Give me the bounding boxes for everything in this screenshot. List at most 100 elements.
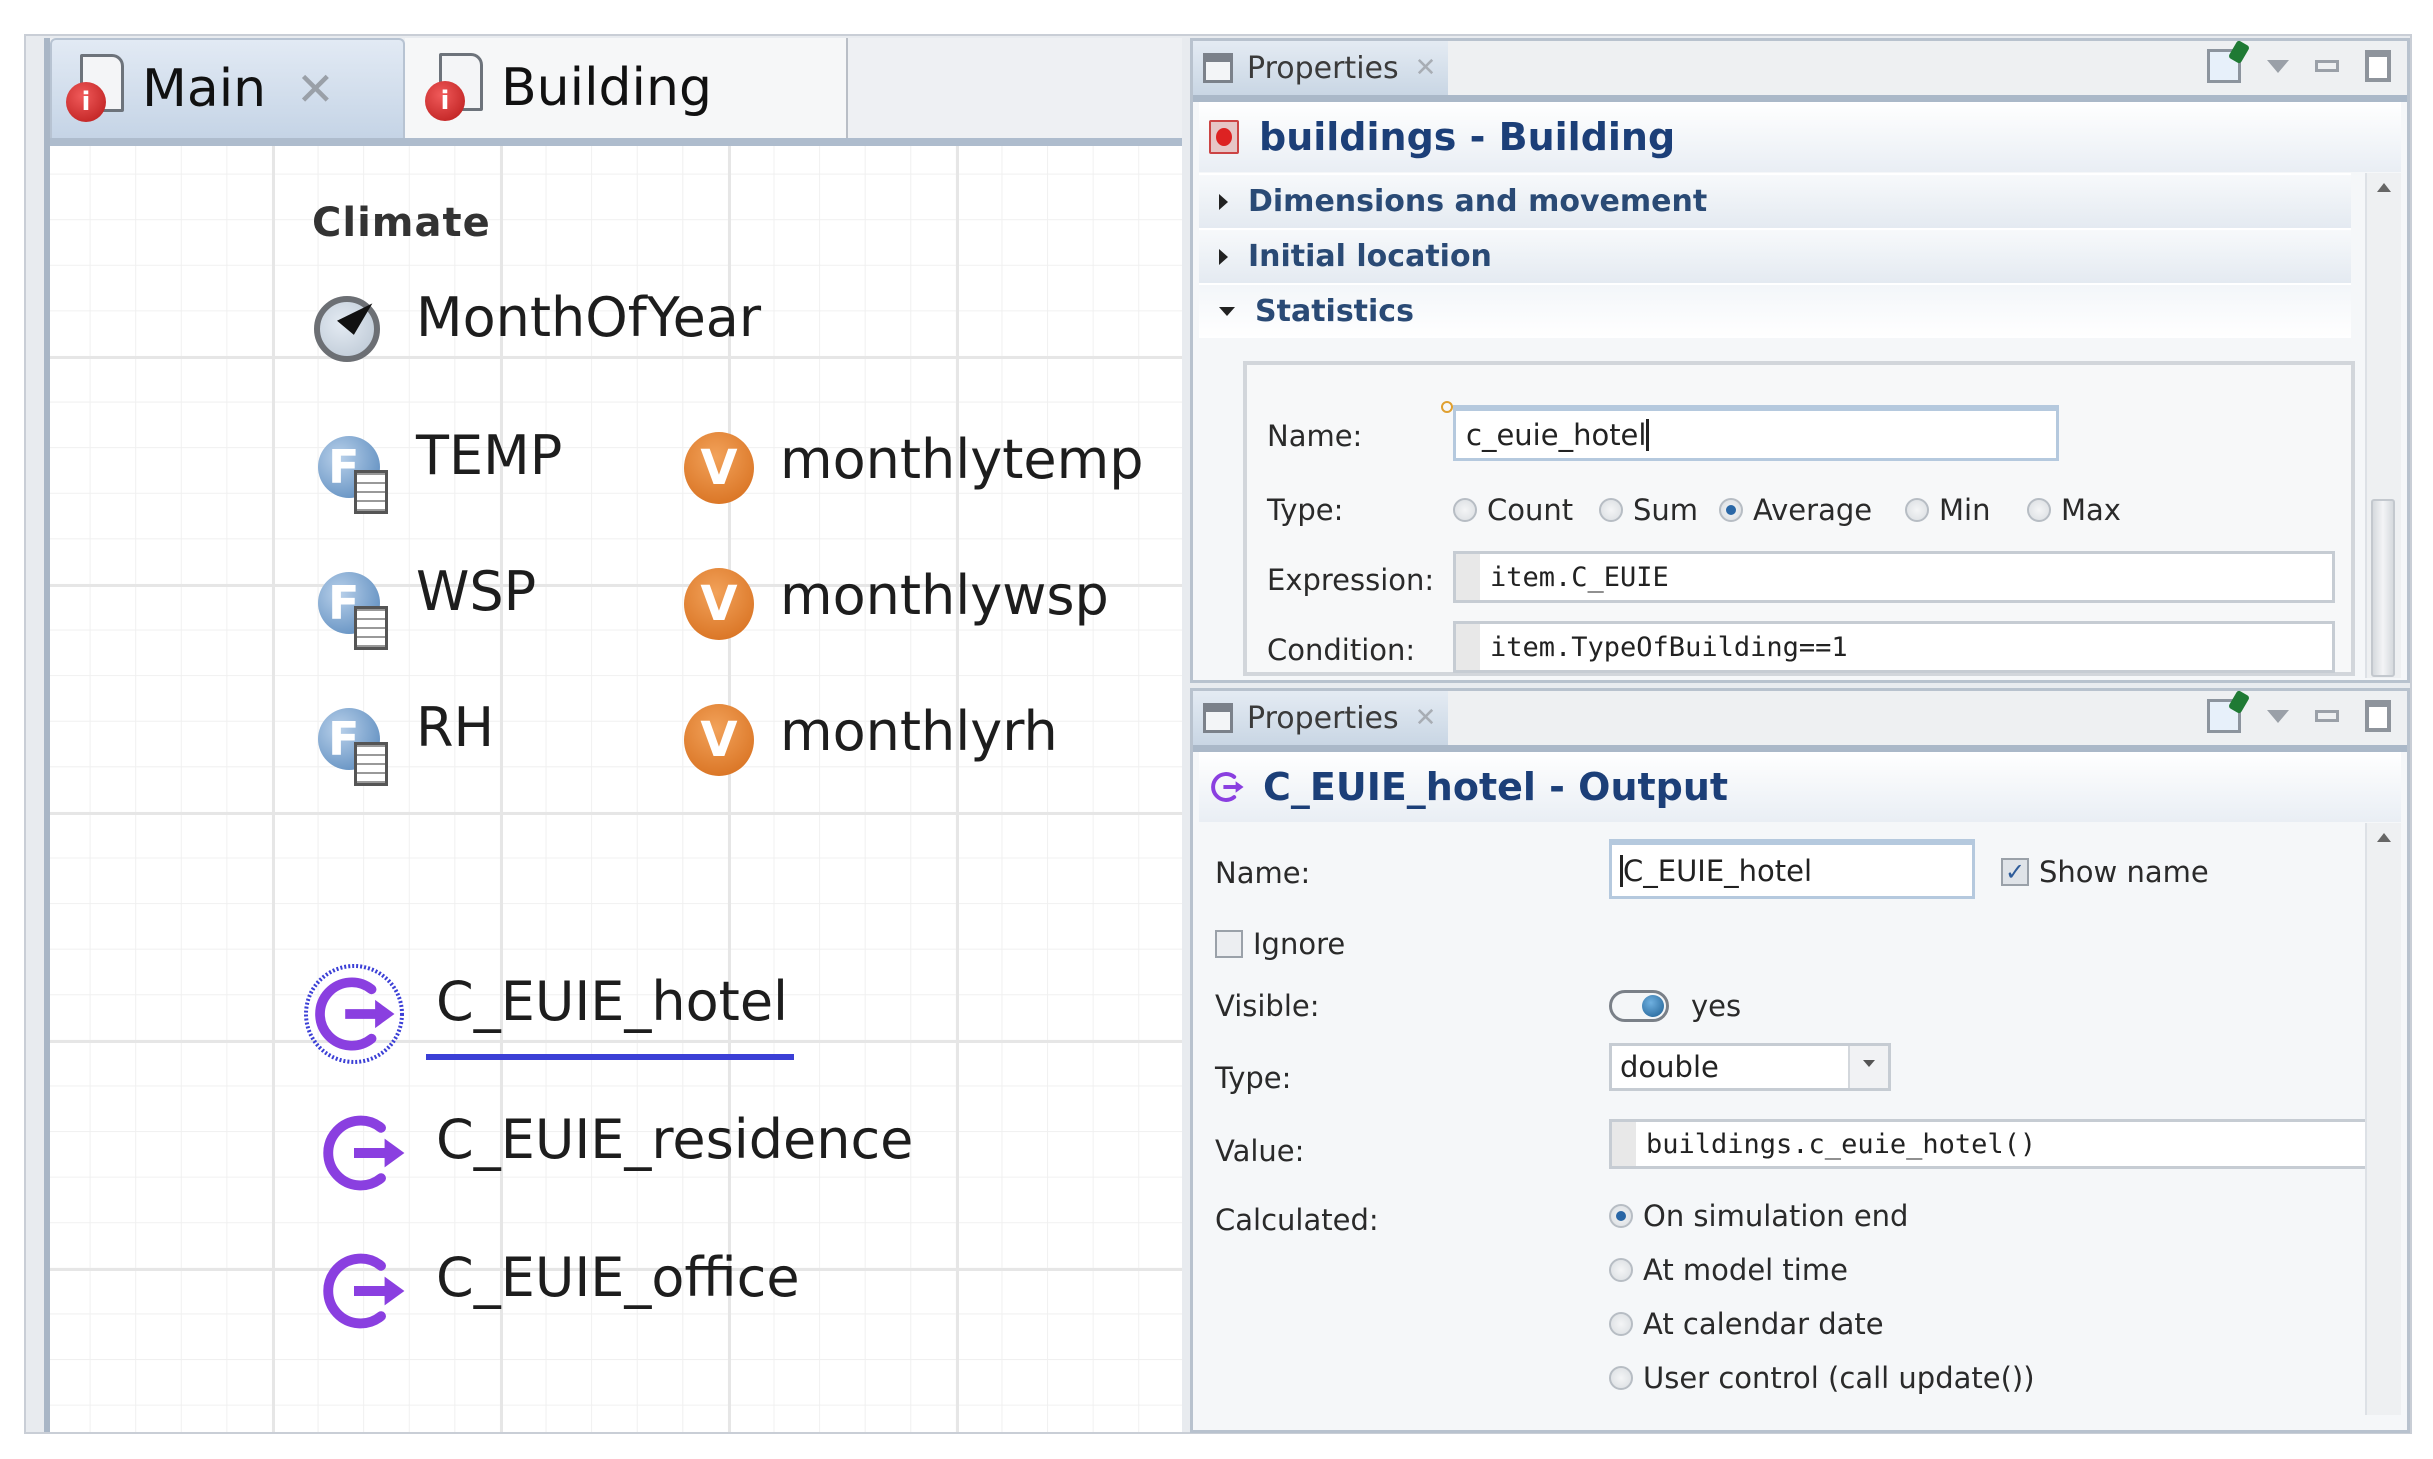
section-label: Initial location <box>1248 239 1492 274</box>
radio-sum[interactable]: Sum <box>1599 493 1698 527</box>
variable-icon[interactable]: V <box>684 704 754 776</box>
condition-label: Condition: <box>1267 633 1416 667</box>
section-dimensions-and-movement[interactable]: Dimensions and movement <box>1199 173 2351 228</box>
visible-label: Visible: <box>1215 989 1320 1023</box>
clock-icon[interactable] <box>314 296 380 362</box>
radio-on-simulation-end[interactable]: On simulation end <box>1609 1199 1908 1233</box>
statistics-editor: Name: c_euie_hotel Type: Count Sum Avera… <box>1243 361 2355 676</box>
element-monthlytemp[interactable]: monthlytemp <box>780 428 1144 491</box>
output-name-input[interactable]: C_EUIE_hotel <box>1609 839 1975 899</box>
radio-max[interactable]: Max <box>2027 493 2121 527</box>
radio-average[interactable]: Average <box>1719 493 1872 527</box>
properties-panel-agent: Properties ✕ buildings - Building Dimens… <box>1190 38 2410 683</box>
ignore-checkbox[interactable]: Ignore <box>1215 927 1345 961</box>
maximize-icon[interactable] <box>2365 50 2391 82</box>
minimize-icon[interactable] <box>2315 710 2339 722</box>
tab-label: Building <box>501 58 712 118</box>
radio-at-model-time[interactable]: At model time <box>1609 1253 1848 1287</box>
tab-main[interactable]: i Main ✕ <box>50 38 405 138</box>
vertical-scrollbar[interactable] <box>2365 823 2401 1415</box>
tab-properties[interactable]: Properties ✕ <box>1193 41 1448 95</box>
panel-title: C_EUIE_hotel - Output <box>1199 752 2401 822</box>
element-monthlyrh[interactable]: monthlyrh <box>780 700 1058 763</box>
agent-population-icon <box>1209 120 1239 154</box>
section-label: Dimensions and movement <box>1248 184 1708 219</box>
radio-min[interactable]: Min <box>1905 493 1990 527</box>
properties-panel-output: Properties ✕ C_EUIE_hotel - Output Name:… <box>1190 688 2410 1433</box>
table-function-icon[interactable]: F <box>318 708 388 786</box>
tab-label: Main <box>142 59 267 119</box>
output-icon[interactable] <box>318 1246 408 1336</box>
editor-tab-strip: i Main ✕ i Building <box>50 38 1182 146</box>
editor-canvas[interactable]: Climate MonthOfYear F TEMP V monthlytemp… <box>50 146 1182 1432</box>
tab-properties[interactable]: Properties ✕ <box>1193 691 1448 745</box>
agent-type-icon: i <box>66 54 124 124</box>
element-monthlywsp[interactable]: monthlywsp <box>780 564 1109 627</box>
type-dropdown[interactable]: double <box>1609 1043 1891 1091</box>
text-caret <box>1646 418 1650 451</box>
variable-icon[interactable]: V <box>684 432 754 504</box>
panel-header: Properties ✕ <box>1193 41 2407 102</box>
view-menu-icon[interactable] <box>2267 709 2289 723</box>
expression-input[interactable]: item.C_EUIE <box>1453 551 2335 603</box>
element-c-euie-office[interactable]: C_EUIE_office <box>436 1246 800 1309</box>
type-label: Type: <box>1267 493 1344 527</box>
expand-arrow-icon <box>1219 193 1228 210</box>
group-label-climate[interactable]: Climate <box>312 200 491 246</box>
element-c-euie-hotel[interactable]: C_EUIE_hotel <box>436 970 788 1033</box>
output-icon <box>1211 772 1245 802</box>
output-icon-selected[interactable] <box>302 962 406 1066</box>
element-rh[interactable]: RH <box>416 696 494 759</box>
panel-title: buildings - Building <box>1199 102 2401 172</box>
value-label: Value: <box>1215 1134 1305 1168</box>
scrollbar-thumb[interactable] <box>2371 499 2395 677</box>
close-icon[interactable]: ✕ <box>1415 53 1437 83</box>
element-temp[interactable]: TEMP <box>416 424 562 487</box>
value-input[interactable]: buildings.c_euie_hotel() <box>1609 1119 2391 1169</box>
statistics-name-input[interactable]: c_euie_hotel <box>1453 405 2059 461</box>
selection-underline <box>426 1054 794 1060</box>
section-initial-location[interactable]: Initial location <box>1199 228 2351 283</box>
properties-view-icon <box>1203 53 1233 83</box>
visible-toggle[interactable]: yes <box>1609 989 1741 1023</box>
radio-count[interactable]: Count <box>1453 493 1573 527</box>
expand-arrow-icon <box>1219 248 1228 265</box>
element-wsp[interactable]: WSP <box>416 560 536 623</box>
condition-input[interactable]: item.TypeOfBuilding==1 <box>1453 621 2335 673</box>
collapse-arrow-icon <box>1219 307 1235 316</box>
element-c-euie-residence[interactable]: C_EUIE_residence <box>436 1108 913 1171</box>
checkbox-checked-icon: ✓ <box>2001 858 2029 886</box>
checkbox-unchecked-icon <box>1215 930 1243 958</box>
table-function-icon[interactable]: F <box>318 572 388 650</box>
tab-building[interactable]: i Building <box>405 38 848 138</box>
output-icon[interactable] <box>318 1108 408 1198</box>
scroll-up-icon[interactable] <box>2377 183 2391 192</box>
vertical-scrollbar[interactable] <box>2365 173 2401 678</box>
properties-view-icon <box>1203 703 1233 733</box>
agent-type-icon: i <box>425 53 483 123</box>
close-icon[interactable]: ✕ <box>1415 703 1437 733</box>
tab-label: Properties <box>1247 50 1399 86</box>
minimize-icon[interactable] <box>2315 60 2339 72</box>
close-icon[interactable]: ✕ <box>296 62 335 116</box>
open-in-window-icon[interactable] <box>2207 699 2241 733</box>
table-function-icon[interactable]: F <box>318 436 388 514</box>
open-in-window-icon[interactable] <box>2207 49 2241 83</box>
section-statistics[interactable]: Statistics <box>1199 283 2351 338</box>
calculated-label: Calculated: <box>1215 1203 1379 1237</box>
panel-header: Properties ✕ <box>1193 691 2407 752</box>
maximize-icon[interactable] <box>2365 700 2391 732</box>
radio-user-control[interactable]: User control (call update()) <box>1609 1361 2035 1395</box>
variable-icon[interactable]: V <box>684 568 754 640</box>
type-label: Type: <box>1215 1061 1292 1095</box>
chevron-down-icon[interactable] <box>1848 1046 1888 1088</box>
toggle-switch-icon <box>1609 990 1669 1022</box>
scroll-up-icon[interactable] <box>2377 833 2391 842</box>
show-name-checkbox[interactable]: ✓ Show name <box>2001 855 2209 889</box>
element-monthofyear[interactable]: MonthOfYear <box>416 286 761 349</box>
view-menu-icon[interactable] <box>2267 59 2289 73</box>
required-indicator <box>1441 401 1453 413</box>
panel-title-text: buildings - Building <box>1259 115 1676 159</box>
radio-at-calendar-date[interactable]: At calendar date <box>1609 1307 1884 1341</box>
name-label: Name: <box>1267 419 1363 453</box>
